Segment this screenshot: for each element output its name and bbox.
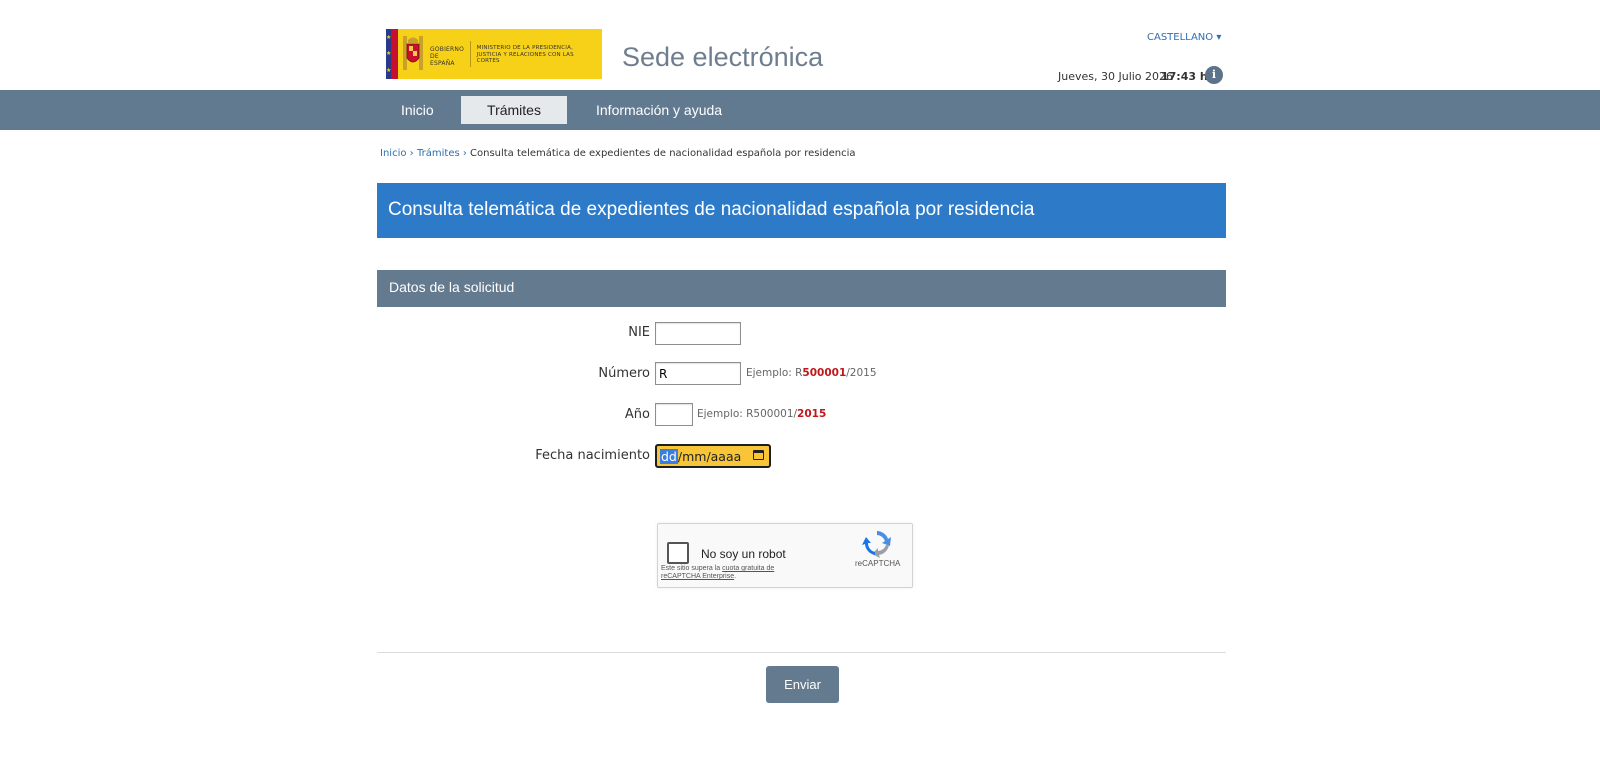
numero-label: Número <box>598 366 650 381</box>
info-icon[interactable]: i <box>1205 66 1223 84</box>
form-divider <box>377 652 1226 653</box>
nav-tramites[interactable]: Trámites <box>461 96 567 124</box>
date-day-segment[interactable]: dd <box>660 448 678 464</box>
recaptcha-checkbox[interactable] <box>667 542 689 564</box>
anio-hint-prefix: Ejemplo: R500001/ <box>697 408 798 420</box>
section-title: Datos de la solicitud <box>389 279 515 295</box>
numero-hint-highlight: 500001 <box>802 367 847 379</box>
recaptcha-notice: Este sitio supera la cuota gratuita de r… <box>661 565 801 581</box>
nav-informacion-ayuda[interactable]: Información y ayuda <box>596 90 722 130</box>
anio-label: Año <box>624 407 650 422</box>
numero-hint-suffix: /2015 <box>846 367 877 379</box>
breadcrumb-inicio[interactable]: Inicio › <box>380 148 414 159</box>
recaptcha-notice-prefix: Este sitio supera la <box>661 565 723 572</box>
fecha-nacimiento-input[interactable]: dd/mm/aaaa <box>655 444 771 468</box>
recaptcha-brand: reCAPTCHA <box>855 559 901 568</box>
numero-input[interactable] <box>655 362 741 385</box>
date-rest-segment[interactable]: /mm/aaaa <box>678 449 741 464</box>
ministerio-text: MINISTERIO DE LA PRESIDENCIA, JUSTICIA Y… <box>476 45 574 64</box>
site-title[interactable]: Sede electrónica <box>622 42 823 73</box>
logo-separator <box>470 41 471 67</box>
language-selector[interactable]: CASTELLANO ▾ <box>1147 32 1221 43</box>
coat-of-arms-icon <box>398 29 428 79</box>
enviar-button[interactable]: Enviar <box>766 666 839 703</box>
anio-input[interactable] <box>655 403 693 426</box>
flag-stripe <box>391 29 398 79</box>
page-title: Consulta telemática de expedientes de na… <box>388 199 1035 220</box>
fecha-nacimiento-label: Fecha nacimiento <box>535 448 650 463</box>
current-date: Jueves, 30 Julio 2026 <box>1058 70 1174 83</box>
breadcrumb-tramites[interactable]: Trámites › <box>417 148 467 159</box>
breadcrumb-current: Consulta telemática de expedientes de na… <box>470 148 856 159</box>
recaptcha-logo-icon <box>862 531 891 558</box>
recaptcha-notice-suffix: . <box>734 573 737 580</box>
numero-hint-prefix: Ejemplo: R <box>746 367 803 379</box>
main-navbar <box>0 90 1600 130</box>
recaptcha-label: No soy un robot <box>701 547 786 561</box>
gobierno-logo[interactable]: ★ ★ ★ GOBIERNO DE ESPAÑA MINISTERIO DE LA … <box>386 29 602 79</box>
nie-input[interactable] <box>655 322 741 345</box>
nav-inicio[interactable]: Inicio <box>401 90 434 130</box>
calendar-icon[interactable] <box>753 450 764 460</box>
nie-label: NIE <box>628 325 650 340</box>
gobierno-text: GOBIERNO DE ESPAÑA <box>430 46 465 67</box>
numero-hint: Ejemplo: R500001/2015 <box>746 367 877 379</box>
anio-hint-highlight: 2015 <box>797 408 827 420</box>
anio-hint: Ejemplo: R500001/2015 <box>697 408 826 420</box>
